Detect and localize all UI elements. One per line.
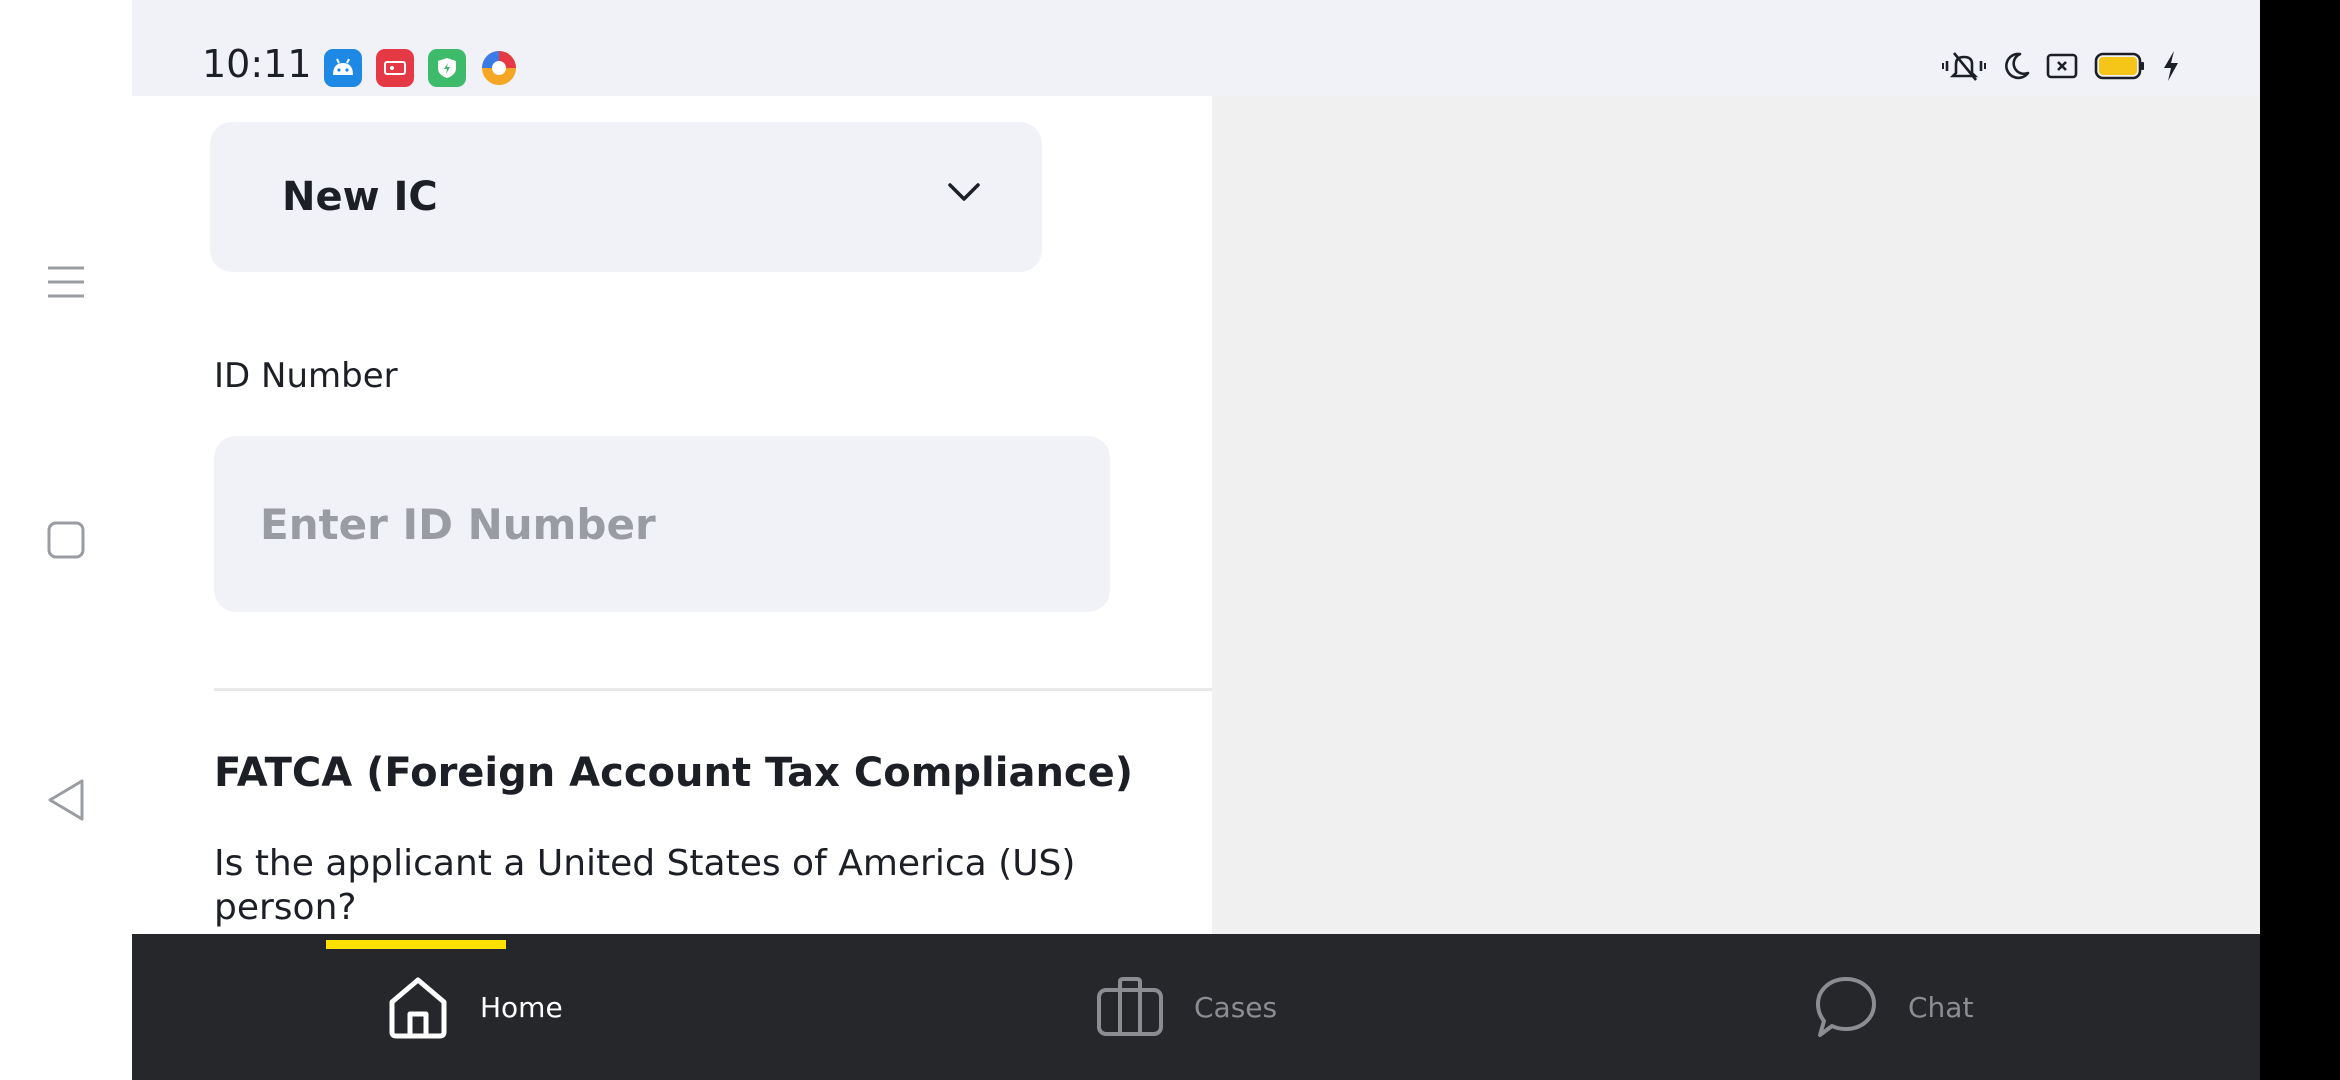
- system-status-icons: [1942, 48, 2180, 84]
- recents-square-icon: [47, 521, 85, 559]
- section-divider: [214, 688, 1212, 691]
- android-app-icon: [324, 49, 362, 87]
- charging-bolt-icon: [2164, 51, 2178, 81]
- tab-chat[interactable]: Chat: [1814, 934, 1973, 1080]
- do-not-disturb-moon-icon: [2005, 52, 2030, 80]
- tab-cases[interactable]: Cases: [1096, 934, 1277, 1080]
- battery-icon: [2094, 52, 2144, 80]
- tab-home[interactable]: Home: [386, 934, 563, 1080]
- side-panel: [1212, 96, 2260, 934]
- id-number-label: ID Number: [214, 356, 398, 396]
- chat-bubble-icon: [1816, 977, 1876, 1037]
- tab-home-label: Home: [480, 990, 563, 1024]
- fatca-section-title: FATCA (Foreign Account Tax Compliance): [214, 750, 1134, 796]
- screen-recorder-icon: [376, 49, 414, 87]
- briefcase-icon: [1097, 977, 1163, 1036]
- form-scroll-area[interactable]: New IC ID Number FATCA (Foreign Account …: [132, 96, 1212, 934]
- chevron-down-icon: [948, 183, 980, 201]
- vibrate-mute-icon: [1942, 52, 1986, 81]
- menu-icon: [48, 266, 84, 298]
- id-type-dropdown[interactable]: New IC: [210, 122, 1042, 272]
- recents-button[interactable]: [36, 510, 96, 570]
- browser-app-icon: [480, 49, 518, 87]
- system-navigation-rail: [0, 0, 132, 1080]
- tab-cases-label: Cases: [1194, 990, 1278, 1024]
- screen-cast-icon: [2046, 53, 2078, 79]
- home-icon: [389, 977, 447, 1039]
- status-time: 10:11: [202, 42, 312, 86]
- bottom-navigation-bar: Home Cases Chat: [132, 934, 2260, 1080]
- back-button[interactable]: [36, 770, 96, 830]
- id-type-selected-value: New IC: [282, 174, 438, 220]
- fatca-us-person-question: Is the applicant a United States of Amer…: [214, 843, 1076, 928]
- screen-edge: [2260, 0, 2340, 1080]
- tab-chat-label: Chat: [1908, 990, 1974, 1024]
- back-triangle-icon: [48, 779, 84, 821]
- menu-button[interactable]: [36, 252, 96, 312]
- id-number-input[interactable]: [214, 436, 1110, 612]
- security-shield-icon: [428, 49, 466, 87]
- status-bar: 10:11: [132, 0, 2260, 96]
